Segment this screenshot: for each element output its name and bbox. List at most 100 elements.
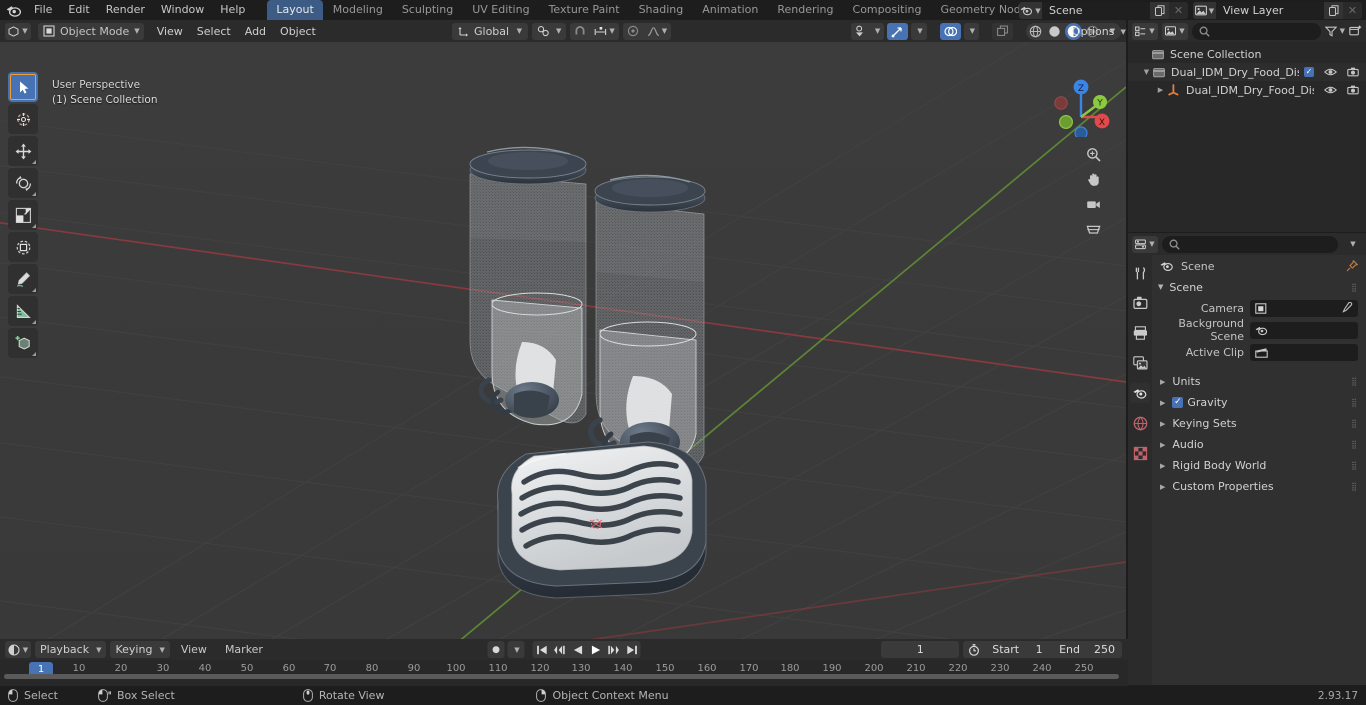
timeline-marker-menu[interactable]: Marker [218,643,270,656]
panel-expand-triangle-icon[interactable]: ▶ [1160,441,1165,449]
exclude-checkbox[interactable]: ✓ [1304,67,1314,77]
tab-texture-paint[interactable]: Texture Paint [540,0,629,20]
tab-output[interactable] [1130,323,1150,343]
gizmo-toggle[interactable] [887,22,909,40]
scene-name[interactable]: Scene [1042,2,1150,19]
add-cube-tool[interactable] [8,328,38,358]
measure-tool[interactable] [8,296,38,326]
outliner-filter-icon[interactable]: ▼ [1324,26,1345,37]
gizmo-options[interactable]: ▼ [911,22,927,40]
viewport-menu-select[interactable]: Select [191,23,237,40]
viewlayer-name[interactable]: View Layer [1216,2,1324,19]
eye-icon[interactable] [1324,67,1337,77]
end-value[interactable]: 250 [1087,643,1122,656]
expand-triangle-icon[interactable]: ▶ [1154,86,1167,94]
overlays-options[interactable]: ▼ [963,22,979,40]
tab-animation[interactable]: Animation [693,0,767,20]
viewport-menu-view[interactable]: View [151,23,189,40]
camera-icon[interactable] [1347,67,1360,77]
properties-search-input[interactable] [1162,235,1338,253]
move-tool[interactable] [8,136,38,166]
scene-icon[interactable]: ▼ [1019,2,1042,19]
timeline-editor[interactable]: ▼ Playback ▼ Keying ▼ View Marker ● ▼ 1 … [0,639,1128,686]
outliner-search-input[interactable] [1192,22,1321,40]
cursor-tool[interactable] [8,104,38,134]
record-icon[interactable]: ● [487,641,505,658]
camera-field[interactable] [1250,299,1358,317]
tab-scene[interactable] [1130,383,1150,403]
tab-uv-editing[interactable]: UV Editing [463,0,538,20]
viewlayer-selector[interactable]: ▼ View Layer ✕ [1193,2,1362,19]
3d-viewport[interactable]: User Perspective (1) Scene Collection Z … [0,42,1126,639]
tab-modeling[interactable]: Modeling [324,0,392,20]
outliner-row-object[interactable]: ▶ Dual_IDM_Dry_Food_Disp [1128,81,1366,99]
tab-layout[interactable]: Layout [267,0,323,20]
tab-sculpting[interactable]: Sculpting [393,0,462,20]
editor-type-selector[interactable]: ▼ [5,22,31,40]
viewport-menu-object[interactable]: Object [274,23,322,40]
transform-tool[interactable] [8,232,38,262]
blender-logo-icon[interactable] [0,0,26,20]
camera-icon[interactable] [1347,85,1360,95]
view-layer-icon[interactable]: ▼ [1193,2,1216,19]
proportional-falloff-selector[interactable]: ▼ [643,23,671,40]
tab-shading[interactable]: Shading [630,0,693,20]
tab-render[interactable] [1130,293,1150,313]
panel-expand-triangle-icon[interactable]: ▶ [1160,378,1165,386]
visibility-selector[interactable]: ▼ [850,22,885,40]
panel-keying-sets[interactable]: ▶ Keying Sets ⣿ [1152,413,1366,434]
timeline-view-menu[interactable]: View [174,643,214,656]
shading-wireframe[interactable] [1027,23,1044,40]
menu-render[interactable]: Render [98,1,153,19]
scene-panel-header[interactable]: ▼ Scene ⣿ [1152,277,1366,297]
rotate-tool[interactable] [8,168,38,198]
eyedropper-icon[interactable] [1341,302,1353,314]
outliner-display-mode[interactable]: ▼ [1162,22,1188,40]
zoom-icon[interactable] [1082,143,1104,165]
timeline-keying-menu[interactable]: Keying ▼ [110,641,170,658]
unlink-scene-button[interactable]: ✕ [1169,2,1188,19]
options-button[interactable]: Options ▼ [1066,23,1132,40]
object-mode-selector[interactable]: Object Mode ▼ [38,22,144,40]
gravity-checkbox[interactable]: ✓ [1172,397,1184,408]
navigation-gizmo[interactable]: Z Y X [1040,65,1112,137]
tab-texture[interactable] [1130,443,1150,463]
ortho-persp-icon[interactable] [1082,218,1104,240]
outliner-row-scene-collection[interactable]: Scene Collection [1128,45,1366,63]
properties-editor-type[interactable]: ▼ [1132,235,1158,253]
timeline-ruler[interactable]: 10 20 30 40 50 60 70 80 90 100 110 120 1… [0,660,1128,680]
panel-custom-properties[interactable]: ▶ Custom Properties ⣿ [1152,476,1366,497]
outliner-editor[interactable]: ▼ ▼ ▼ Scene Collection ▼ Dual_IDM_Dry_Fo… [1128,20,1366,232]
play-icon[interactable] [587,641,605,658]
outliner-editor-type[interactable]: ▼ [1132,22,1158,40]
overlays-toggle[interactable] [939,22,961,40]
panel-audio[interactable]: ▶ Audio ⣿ [1152,434,1366,455]
menu-window[interactable]: Window [153,1,212,19]
menu-file[interactable]: File [26,1,60,19]
tab-view-layer[interactable] [1130,353,1150,373]
tab-tool[interactable] [1130,263,1150,283]
active-clip-field[interactable] [1250,343,1358,361]
panel-units[interactable]: ▶ Units ⣿ [1152,371,1366,392]
proportional-edit-icon[interactable] [623,23,643,40]
tab-compositing[interactable]: Compositing [844,0,931,20]
next-keyframe-icon[interactable] [605,641,623,658]
panel-expand-triangle-icon[interactable]: ▶ [1160,483,1165,491]
panel-expand-triangle-icon[interactable]: ▶ [1160,399,1165,407]
outliner-row-collection[interactable]: ▼ Dual_IDM_Dry_Food_Dispense ✓ [1128,63,1366,81]
prev-keyframe-icon[interactable] [551,641,569,658]
snap-target-selector[interactable]: ▼ [590,23,618,40]
panel-expand-triangle-icon[interactable]: ▶ [1160,462,1165,470]
scale-tool[interactable] [8,200,38,230]
panel-gravity[interactable]: ▶ ✓ Gravity ⣿ [1152,392,1366,413]
properties-options-chevron-down-icon[interactable]: ▼ [1342,240,1362,248]
snap-magnet-icon[interactable] [570,23,590,40]
timeline-scrollbar[interactable] [4,674,1119,679]
shading-solid[interactable] [1046,23,1063,40]
background-scene-field[interactable] [1250,321,1358,339]
new-viewlayer-button[interactable] [1324,2,1343,19]
timeline-playback-menu[interactable]: Playback ▼ [35,641,107,658]
annotate-tool[interactable] [8,264,38,294]
panel-expand-triangle-icon[interactable]: ▶ [1160,420,1165,428]
panel-rigid-body-world[interactable]: ▶ Rigid Body World ⣿ [1152,455,1366,476]
